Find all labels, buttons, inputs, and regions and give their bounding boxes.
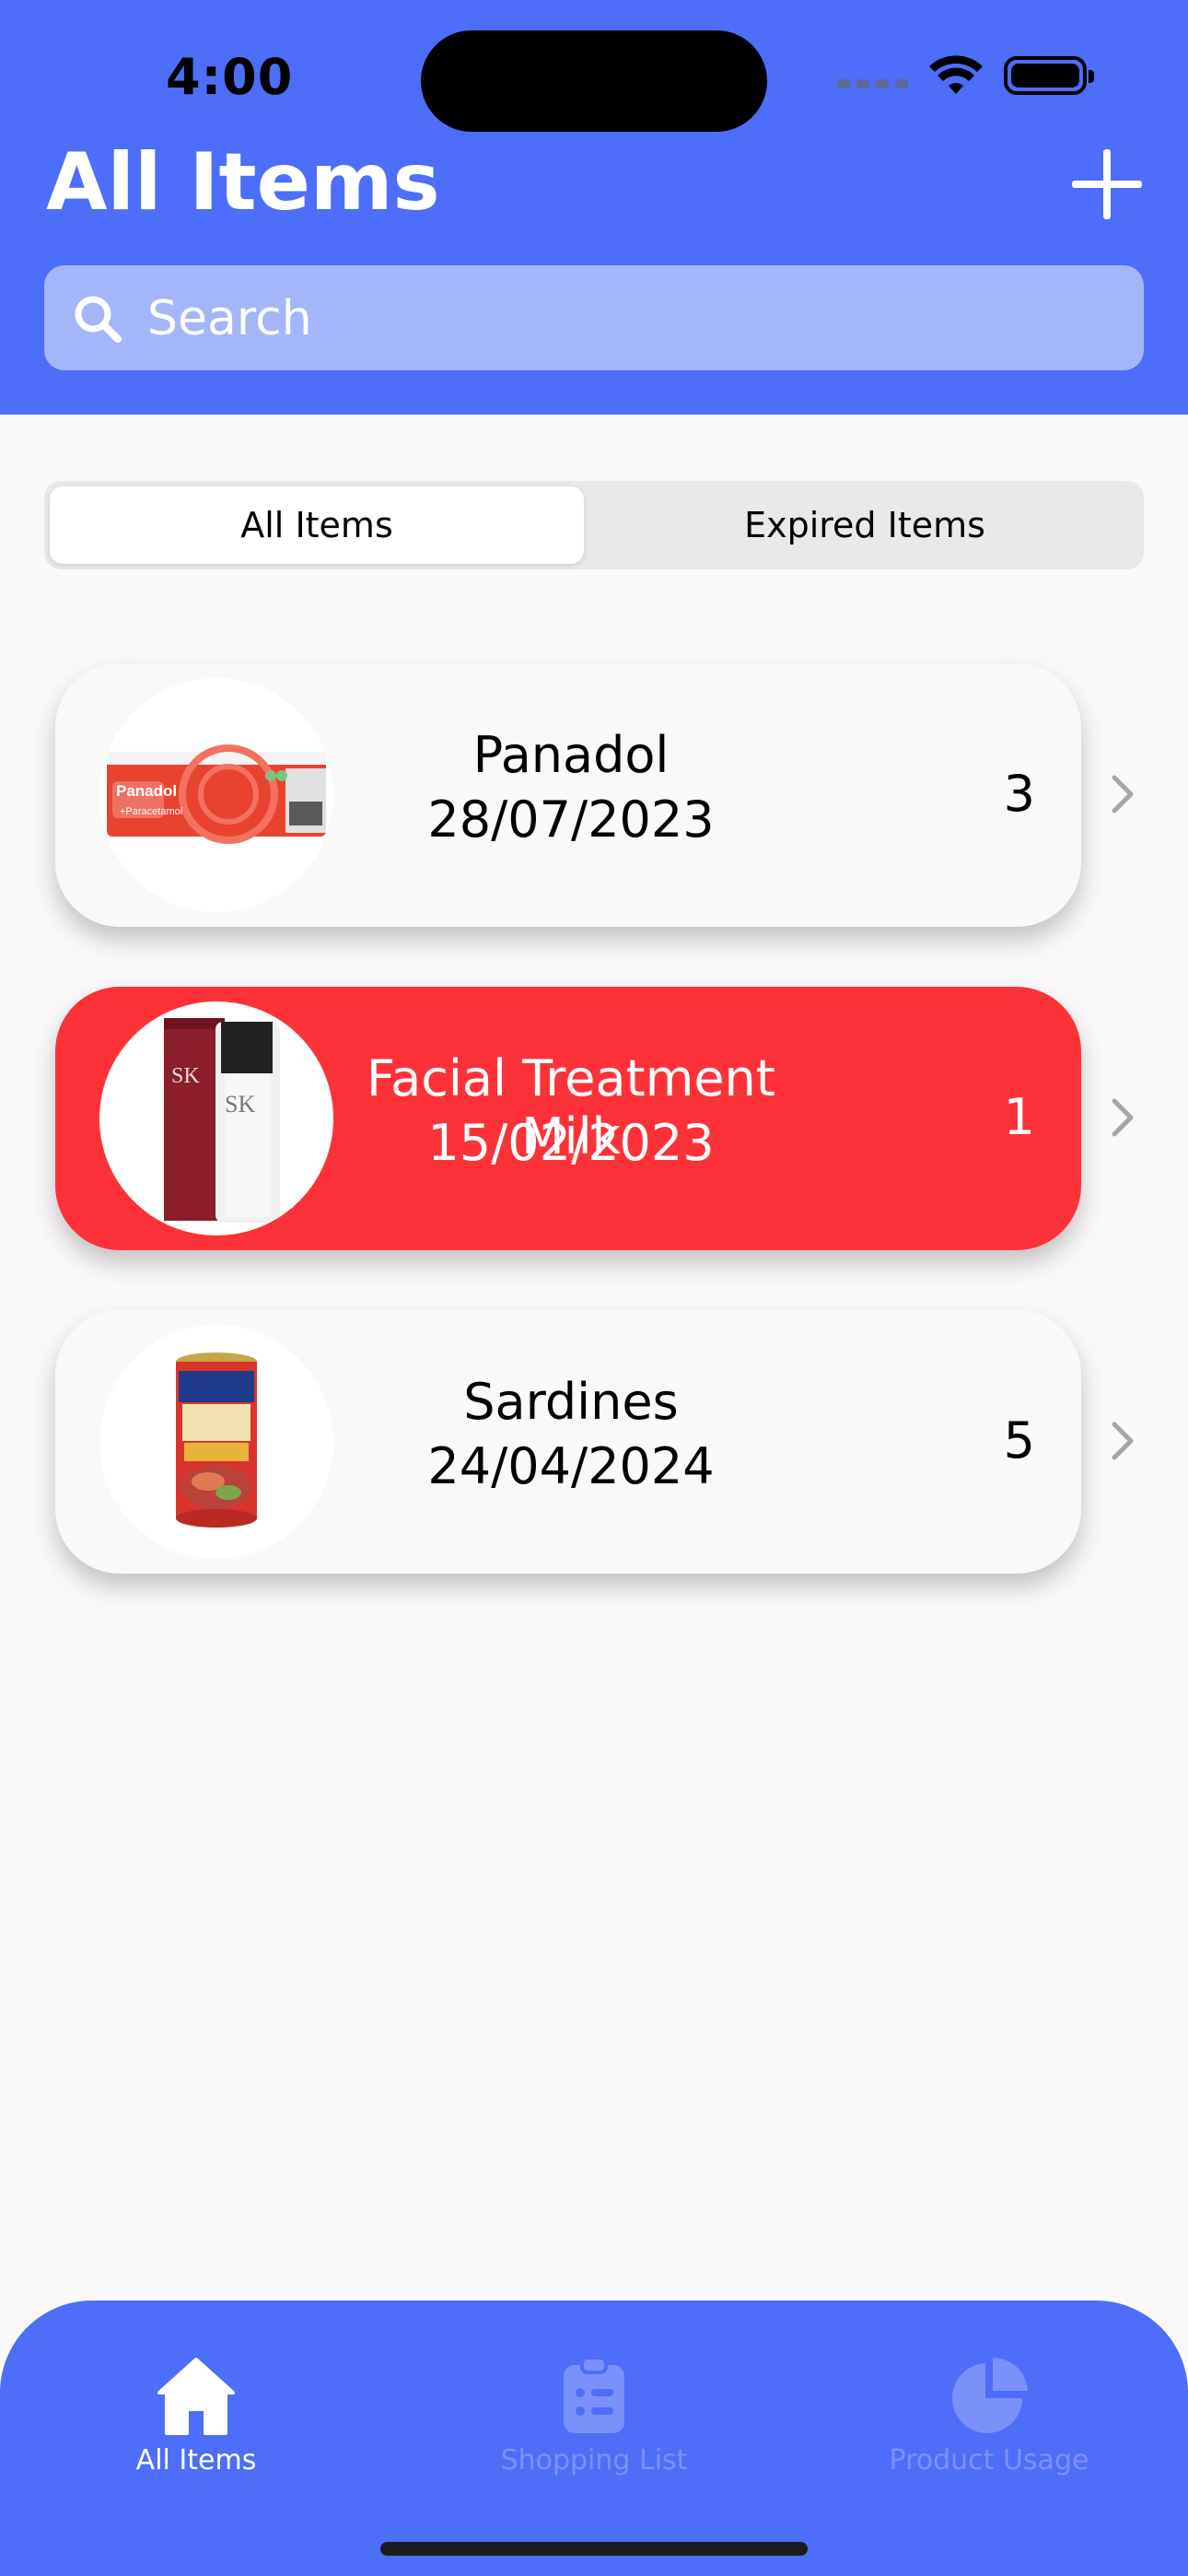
header: 4:00 All Items Search	[0, 0, 1188, 415]
chevron-right-icon[interactable]	[1109, 1421, 1136, 1461]
search-input[interactable]: Search	[44, 265, 1144, 370]
svg-text:Panadol: Panadol	[116, 782, 177, 800]
segment-expired-items[interactable]: Expired Items	[591, 486, 1138, 564]
search-icon	[75, 296, 122, 343]
status-icons	[837, 55, 1094, 96]
item-card-facial-treatment-milk[interactable]: SK SK Facial Treatment Milk 15/02/2023 1	[55, 987, 1081, 1250]
item-quantity: 1	[1003, 1088, 1035, 1146]
product-image-panadol: Panadol +Paracetamol	[99, 678, 333, 912]
item-card-sardines[interactable]: Sardines 24/04/2024 5	[55, 1310, 1081, 1574]
page-title: All Items	[46, 136, 440, 228]
segment-all-items[interactable]: All Items	[50, 486, 584, 564]
product-image-facial-treatment-milk: SK SK	[99, 1001, 333, 1235]
tab-shopping-list[interactable]: Shopping List	[442, 2356, 746, 2476]
add-item-button[interactable]	[1070, 147, 1144, 221]
chevron-right-icon[interactable]	[1109, 774, 1136, 814]
item-expiry-date: 24/04/2024	[427, 1437, 715, 1495]
item-quantity: 5	[1003, 1411, 1035, 1469]
item-quantity: 3	[1003, 765, 1035, 823]
svg-text:SK: SK	[171, 1064, 200, 1088]
tab-bar: All Items Shopping List Product Usage	[0, 2301, 1188, 2576]
item-name: Panadol	[472, 726, 670, 784]
item-card-panadol[interactable]: Panadol +Paracetamol Panadol 28/07/2023 …	[55, 663, 1081, 927]
dynamic-island	[421, 30, 767, 132]
cellular-icon	[837, 79, 908, 88]
item-expiry-date: 15/02/2023	[427, 1114, 715, 1172]
tab-label: Product Usage	[889, 2444, 1089, 2476]
home-indicator	[380, 2542, 808, 2556]
status-time: 4:00	[166, 48, 294, 106]
svg-text:SK: SK	[225, 1091, 255, 1118]
clipboard-list-icon	[564, 2356, 624, 2433]
chevron-right-icon[interactable]	[1109, 1097, 1136, 1138]
segmented-control: All Items Expired Items	[44, 481, 1144, 569]
house-icon	[157, 2358, 235, 2435]
tab-label: Shopping List	[500, 2444, 688, 2476]
tab-product-usage[interactable]: Product Usage	[837, 2356, 1141, 2476]
tab-label: All Items	[135, 2444, 257, 2476]
tab-all-items[interactable]: All Items	[44, 2356, 348, 2476]
pie-chart-icon	[952, 2358, 1028, 2433]
battery-icon	[1004, 56, 1094, 95]
item-expiry-date: 28/07/2023	[427, 790, 715, 849]
svg-text:+Paracetamol: +Paracetamol	[120, 806, 182, 817]
product-image-sardines	[99, 1325, 333, 1559]
search-placeholder: Search	[147, 291, 312, 346]
wifi-icon	[929, 55, 983, 94]
item-name: Sardines	[463, 1373, 679, 1431]
